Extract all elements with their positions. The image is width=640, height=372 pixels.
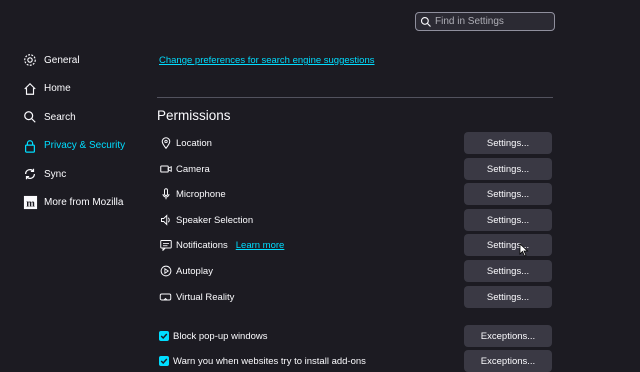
warn-addons-checkbox[interactable] — [159, 356, 169, 366]
sidebar-item-label: More from Mozilla — [44, 197, 124, 209]
sidebar-item-general[interactable]: General — [22, 46, 162, 75]
sidebar-item-label: Privacy & Security — [44, 140, 126, 152]
sidebar-item-more-from-mozilla[interactable]: m More from Mozilla — [22, 189, 162, 218]
location-icon — [159, 137, 172, 150]
settings-search-box[interactable] — [415, 12, 555, 31]
permission-label: Microphone — [176, 188, 226, 200]
popup-exceptions-button[interactable]: Exceptions... — [464, 325, 552, 347]
sync-icon — [22, 166, 38, 182]
sidebar-item-label: Search — [44, 111, 76, 123]
permission-row-camera: Camera Settings... — [159, 158, 552, 180]
permission-row-microphone: Microphone Settings... — [159, 183, 552, 205]
permission-row-autoplay: Autoplay Settings... — [159, 260, 552, 282]
sidebar-item-privacy-security[interactable]: Privacy & Security — [22, 132, 162, 161]
camera-settings-button[interactable]: Settings... — [464, 158, 552, 180]
block-popups-checkbox[interactable] — [159, 331, 169, 341]
checkbox-label: Warn you when websites try to install ad… — [173, 355, 366, 367]
sidebar-item-label: Sync — [44, 168, 67, 180]
speaker-selection-settings-button[interactable]: Settings... — [464, 209, 552, 231]
permission-label: Virtual Reality — [176, 291, 235, 303]
camera-icon — [159, 163, 172, 176]
checkbox-label: Block pop-up windows — [173, 330, 268, 342]
microphone-icon — [159, 188, 172, 201]
addons-exceptions-button[interactable]: Exceptions... — [464, 350, 552, 372]
sidebar-item-label: Home — [44, 83, 71, 95]
lock-icon — [22, 138, 38, 154]
mozilla-icon: m — [22, 195, 38, 211]
notifications-settings-button[interactable]: Settings... — [464, 234, 552, 256]
permission-row-virtual-reality: Virtual Reality Settings... — [159, 286, 552, 308]
search-icon — [420, 16, 431, 27]
svg-text:m: m — [26, 199, 35, 210]
permission-row-speaker-selection: Speaker Selection Settings... — [159, 209, 552, 231]
sidebar-item-home[interactable]: Home — [22, 75, 162, 104]
block-popups-row: Block pop-up windows Exceptions... — [159, 325, 552, 347]
permission-label: Speaker Selection — [176, 214, 254, 226]
autoplay-icon — [159, 265, 172, 278]
virtual-reality-settings-button[interactable]: Settings... — [464, 286, 552, 308]
permission-label: Autoplay — [176, 265, 213, 277]
speaker-icon — [159, 214, 172, 227]
gear-icon — [22, 52, 38, 68]
sidebar-item-sync[interactable]: Sync — [22, 160, 162, 189]
sidebar-item-label: General — [44, 54, 80, 66]
sidebar: General Home Search Privacy & Security S… — [22, 46, 162, 217]
permission-label: Location — [176, 137, 212, 149]
microphone-settings-button[interactable]: Settings... — [464, 183, 552, 205]
mouse-cursor-icon — [519, 243, 529, 257]
sidebar-item-search[interactable]: Search — [22, 103, 162, 132]
search-icon — [22, 109, 38, 125]
search-suggestions-link[interactable]: Change preferences for search engine sug… — [159, 55, 374, 66]
home-icon — [22, 81, 38, 97]
notifications-learn-more-link[interactable]: Learn more — [236, 240, 285, 251]
permission-label: Notifications — [176, 239, 228, 251]
permission-row-location: Location Settings... — [159, 132, 552, 154]
section-divider — [157, 97, 553, 98]
notification-icon — [159, 239, 172, 252]
warn-addons-row: Warn you when websites try to install ad… — [159, 350, 552, 372]
location-settings-button[interactable]: Settings... — [464, 132, 552, 154]
permission-label: Camera — [176, 163, 210, 175]
permission-row-notifications: Notifications Learn more Settings... — [159, 234, 552, 256]
vr-icon — [159, 291, 172, 304]
permissions-title: Permissions — [157, 108, 231, 123]
autoplay-settings-button[interactable]: Settings... — [464, 260, 552, 282]
settings-search-input[interactable] — [435, 16, 545, 27]
